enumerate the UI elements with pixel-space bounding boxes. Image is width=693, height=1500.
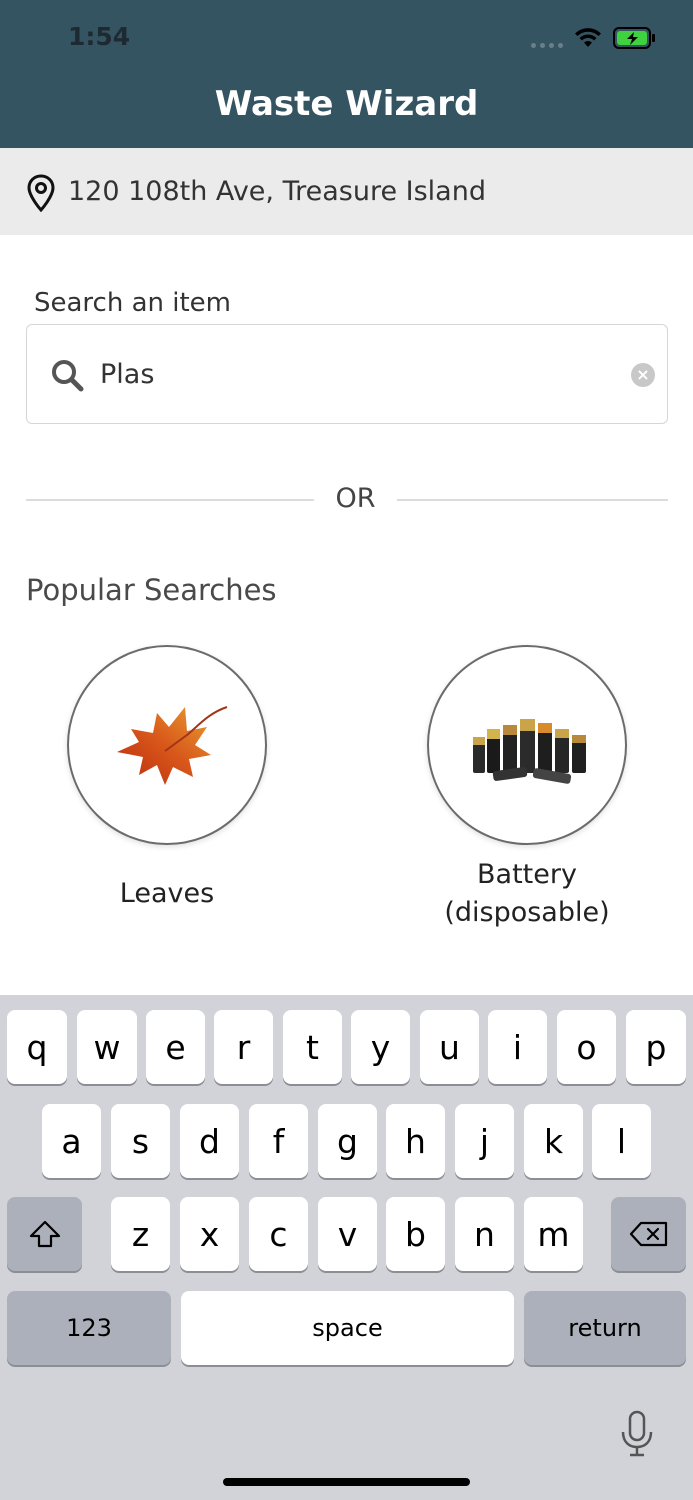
numbers-key[interactable]: 123 bbox=[7, 1291, 171, 1365]
key-p[interactable]: p bbox=[626, 1010, 686, 1084]
key-o[interactable]: o bbox=[557, 1010, 616, 1084]
key-j[interactable]: j bbox=[455, 1104, 514, 1178]
location-pin-icon bbox=[27, 174, 55, 212]
key-m[interactable]: m bbox=[524, 1197, 583, 1271]
address-text: 120 108th Ave, Treasure Island bbox=[68, 176, 486, 207]
battery-icon bbox=[473, 719, 586, 784]
key-d[interactable]: d bbox=[180, 1104, 239, 1178]
popular-searches-title: Popular Searches bbox=[26, 573, 277, 607]
wifi-icon bbox=[575, 28, 601, 47]
space-key[interactable]: space bbox=[181, 1291, 514, 1365]
key-r[interactable]: r bbox=[214, 1010, 273, 1084]
key-f[interactable]: f bbox=[249, 1104, 308, 1178]
battery-charging-icon bbox=[613, 27, 655, 49]
key-b[interactable]: b bbox=[386, 1197, 445, 1271]
key-g[interactable]: g bbox=[318, 1104, 377, 1178]
popular-item-label-leaves: Leaves bbox=[119, 878, 215, 909]
key-s[interactable]: s bbox=[111, 1104, 170, 1178]
shift-icon bbox=[29, 1220, 60, 1248]
status-icons bbox=[531, 24, 657, 52]
backspace-key[interactable] bbox=[611, 1197, 686, 1271]
app-header: 1:54 Waste Wizard bbox=[0, 0, 693, 148]
or-divider-text: OR bbox=[335, 483, 376, 514]
microphone-icon[interactable] bbox=[618, 1410, 656, 1458]
backspace-icon bbox=[629, 1221, 667, 1247]
status-time: 1:54 bbox=[68, 22, 131, 51]
key-u[interactable]: u bbox=[420, 1010, 479, 1084]
key-t[interactable]: t bbox=[283, 1010, 342, 1084]
popular-item-battery[interactable] bbox=[427, 645, 627, 845]
search-input[interactable] bbox=[100, 352, 600, 396]
key-n[interactable]: n bbox=[455, 1197, 514, 1271]
key-k[interactable]: k bbox=[524, 1104, 583, 1178]
page-title: Waste Wizard bbox=[214, 84, 479, 124]
popular-item-label-battery: Battery (disposable) bbox=[444, 859, 610, 928]
search-icon bbox=[52, 360, 84, 392]
key-y[interactable]: y bbox=[351, 1010, 410, 1084]
key-i[interactable]: i bbox=[488, 1010, 547, 1084]
key-e[interactable]: e bbox=[146, 1010, 205, 1084]
key-a[interactable]: a bbox=[42, 1104, 101, 1178]
popular-item-leaves[interactable] bbox=[67, 645, 267, 845]
search-label: Search an item bbox=[34, 288, 232, 318]
divider-line-right bbox=[397, 499, 668, 501]
key-l[interactable]: l bbox=[592, 1104, 651, 1178]
clear-search-icon[interactable]: × bbox=[631, 363, 655, 387]
return-key[interactable]: return bbox=[524, 1291, 686, 1365]
key-z[interactable]: z bbox=[111, 1197, 170, 1271]
cellular-signal-icon bbox=[531, 28, 563, 48]
key-w[interactable]: w bbox=[77, 1010, 137, 1084]
key-c[interactable]: c bbox=[249, 1197, 308, 1271]
divider-line-left bbox=[26, 499, 314, 501]
key-q[interactable]: q bbox=[7, 1010, 67, 1084]
shift-key[interactable] bbox=[7, 1197, 82, 1271]
key-x[interactable]: x bbox=[180, 1197, 239, 1271]
leaf-icon bbox=[117, 706, 228, 785]
key-h[interactable]: h bbox=[386, 1104, 445, 1178]
key-v[interactable]: v bbox=[318, 1197, 377, 1271]
home-indicator bbox=[223, 1478, 470, 1486]
